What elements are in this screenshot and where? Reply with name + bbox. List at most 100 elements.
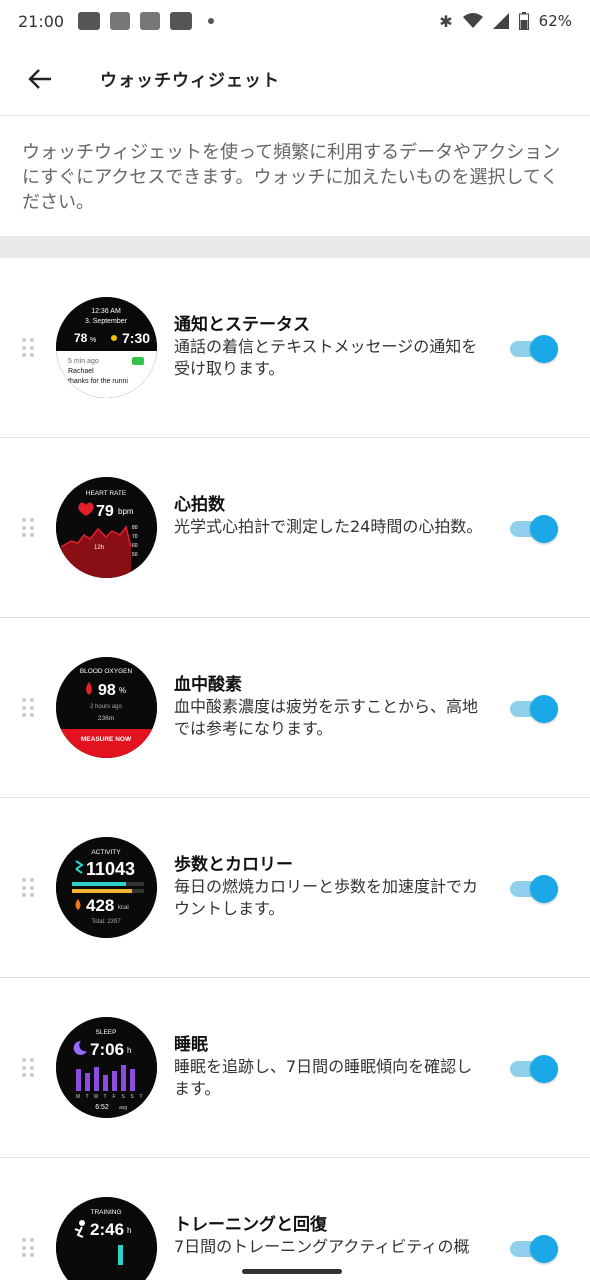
notification-app-icon [110, 12, 131, 30]
drag-handle-icon[interactable] [22, 338, 34, 358]
preview-value: 79 [96, 503, 114, 520]
preview-altitude: 236m [98, 715, 114, 722]
drag-handle-icon[interactable] [22, 698, 34, 718]
svg-text:M: M [76, 1094, 80, 1100]
preview-unit: % [119, 686, 126, 695]
preview-value: 2:46 [90, 1220, 124, 1239]
preview-clock: 7:30 [122, 330, 150, 346]
toggle-activity[interactable] [510, 875, 558, 903]
home-indicator[interactable] [242, 1269, 342, 1274]
item-description: 通話の着信とテキストメッセージの通知を受け取ります。 [174, 337, 478, 378]
preview-label: BLOOD OXYGEN [80, 668, 133, 675]
item-description: 光学式心拍計で測定した24時間の心拍数。 [174, 517, 483, 536]
section-divider [0, 236, 590, 258]
item-description: 7日間のトレーニングアクティビティの概 [174, 1237, 470, 1256]
item-text: トレーニングと回復 7日間のトレーニングアクティビティの概 [174, 1214, 484, 1258]
preview-kcal: 428 [86, 896, 114, 915]
preview-sender: Rachael [68, 368, 94, 375]
preview-battery: 78 [74, 331, 88, 345]
toggle-training[interactable] [510, 1235, 558, 1263]
item-title: 睡眠 [174, 1035, 208, 1055]
preview-value: 7:06 [90, 1040, 124, 1059]
drag-handle-icon[interactable] [22, 518, 34, 538]
arrow-left-icon [28, 68, 51, 89]
preview-date: 3. September [85, 318, 128, 325]
preview-value: 98 [98, 682, 116, 699]
signal-icon [492, 13, 509, 29]
watch-preview-sleep: SLEEP 7:06 h M T W T F S S T 6:52 avg [56, 1017, 157, 1118]
item-text: 血中酸素 血中酸素濃度は疲労を示すことから、高地では参考になります。 [174, 674, 484, 740]
notification-icons [78, 12, 215, 30]
status-right: ✱ 62% [439, 12, 572, 31]
intro-text: ウォッチウィジェットを使って頻繁に利用するデータやアクションにすぐにアクセスでき… [22, 142, 561, 213]
app-bar: ウォッチウィジェット [0, 42, 590, 116]
list-item: HEART RATE 79 bpm 12h 80 70 60 50 心拍数 光学… [0, 438, 590, 618]
more-notifications-icon [208, 18, 215, 24]
toggle-notifications[interactable] [510, 335, 558, 363]
drag-handle-icon[interactable] [22, 1058, 34, 1078]
preview-unit: bpm [118, 507, 134, 516]
back-button[interactable] [10, 49, 70, 109]
toggle-heart-rate[interactable] [510, 515, 558, 543]
svg-text:T: T [103, 1094, 106, 1100]
svg-text:W: W [94, 1094, 99, 1100]
item-text: 歩数とカロリー 毎日の燃焼カロリーと歩数を加速度計でカウントします。 [174, 854, 484, 920]
preview-label: SLEEP [96, 1029, 117, 1036]
status-bar: 21:00 ✱ 62% [0, 0, 590, 42]
page-title: ウォッチウィジェット [100, 71, 280, 91]
watch-preview-notifications: 12:36 AM 3. September 78 % 7:30 5 min ag… [56, 297, 157, 398]
svg-text:60: 60 [132, 543, 138, 549]
item-title: 血中酸素 [174, 675, 242, 695]
preview-unit: h [127, 1046, 131, 1055]
battery-icon [518, 12, 529, 30]
toggle-sleep[interactable] [510, 1055, 558, 1083]
item-text: 睡眠 睡眠を追跡し、7日間の睡眠傾向を確認します。 [174, 1034, 484, 1100]
preview-label: ACTIVITY [91, 849, 121, 856]
item-title: 心拍数 [174, 495, 225, 515]
watch-preview-blood-oxygen: BLOOD OXYGEN 98 % 2 hours ago 236m MEASU… [56, 657, 157, 758]
item-text: 心拍数 光学式心拍計で測定した24時間の心拍数。 [174, 494, 484, 538]
notification-app-icon [78, 12, 101, 30]
preview-time: 12:36 AM [91, 308, 121, 315]
notification-app-icon [170, 12, 193, 30]
preview-total: Total: 2397 [91, 919, 121, 925]
preview-ago: 2 hours ago [90, 704, 122, 710]
preview-avg-unit: avg [119, 1105, 127, 1111]
svg-text:T: T [139, 1094, 142, 1100]
item-text: 通知とステータス 通話の着信とテキストメッセージの通知を受け取ります。 [174, 314, 484, 380]
drag-handle-icon[interactable] [22, 1238, 34, 1258]
preview-label: TRAINING [90, 1209, 121, 1216]
drag-handle-icon[interactable] [22, 878, 34, 898]
preview-ago: 5 min ago [68, 358, 99, 365]
list-item: SLEEP 7:06 h M T W T F S S T 6:52 avg 睡眠… [0, 978, 590, 1158]
svg-text:T: T [85, 1094, 88, 1100]
toggle-blood-oxygen[interactable] [510, 695, 558, 723]
preview-unit: % [90, 337, 96, 344]
preview-steps: 11043 [86, 859, 135, 879]
list-item: TRAINING 2:46 h トレーニングと回復 7日間のトレーニングアクティ… [0, 1158, 590, 1280]
wifi-icon [462, 13, 483, 28]
item-title: 歩数とカロリー [174, 855, 293, 875]
preview-avg: 6:52 [95, 1104, 109, 1111]
widget-list: 12:36 AM 3. September 78 % 7:30 5 min ag… [0, 258, 590, 1280]
battery-percent: 62% [538, 12, 572, 30]
item-title: 通知とステータス [174, 315, 310, 335]
status-time: 21:00 [18, 11, 65, 31]
svg-text:F: F [112, 1094, 115, 1100]
preview-action: MEASURE NOW [81, 736, 132, 743]
list-item: BLOOD OXYGEN 98 % 2 hours ago 236m MEASU… [0, 618, 590, 798]
preview-kcal-unit: kcal [118, 905, 129, 911]
preview-range: 12h [94, 545, 104, 551]
list-item: 12:36 AM 3. September 78 % 7:30 5 min ag… [0, 258, 590, 438]
preview-message: thanks for the runni [68, 378, 128, 385]
item-description: 血中酸素濃度は疲労を示すことから、高地では参考になります。 [174, 697, 479, 738]
watch-preview-training: TRAINING 2:46 h [56, 1197, 157, 1280]
watch-preview-activity: ACTIVITY 11043 428 kcal Total: 2397 [56, 837, 157, 938]
bluetooth-icon: ✱ [439, 11, 453, 31]
item-description: 睡眠を追跡し、7日間の睡眠傾向を確認します。 [174, 1057, 473, 1098]
mail-icon [140, 12, 161, 30]
watch-preview-heart-rate: HEART RATE 79 bpm 12h 80 70 60 50 [56, 477, 157, 578]
preview-unit: h [127, 1226, 131, 1235]
preview-label: HEART RATE [86, 490, 127, 497]
svg-text:70: 70 [132, 534, 138, 540]
